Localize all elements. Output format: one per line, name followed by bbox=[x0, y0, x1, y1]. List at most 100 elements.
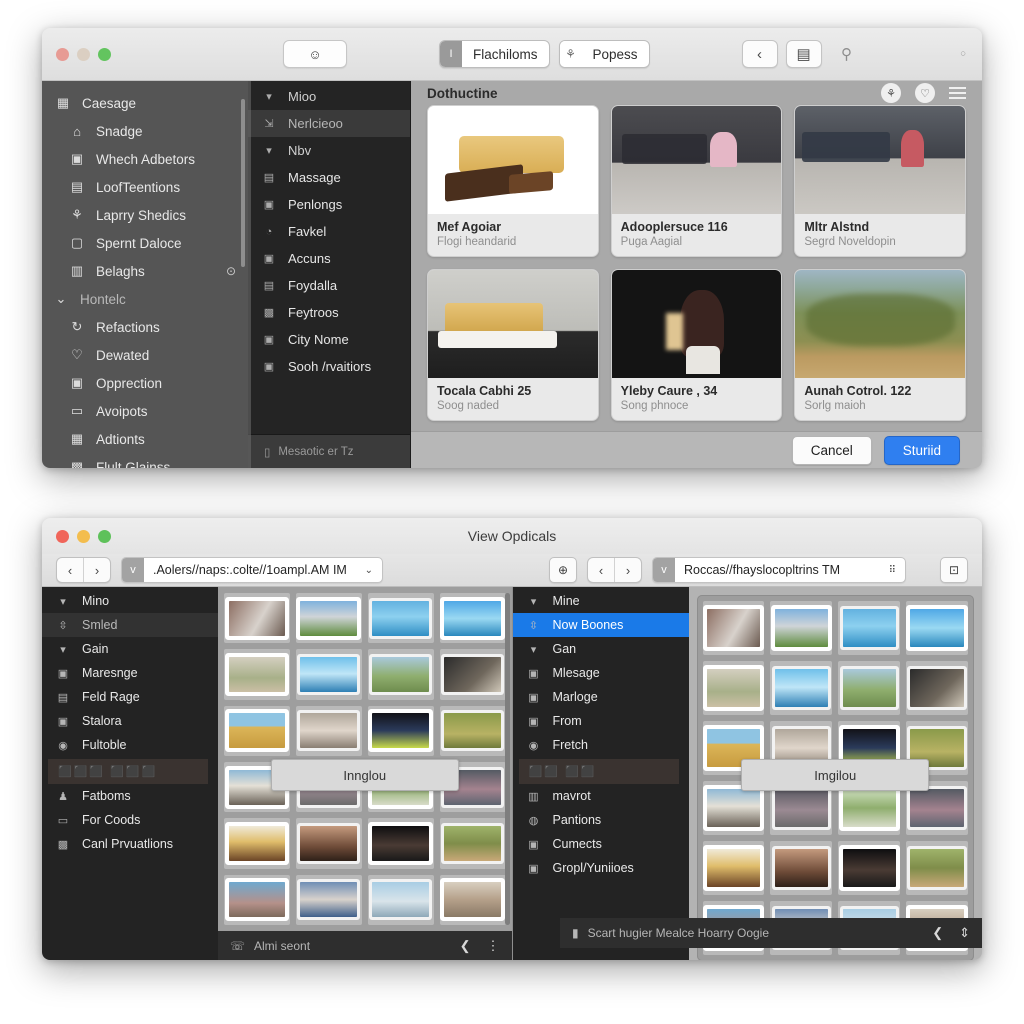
sidebar-item-loofteentions[interactable]: ▤ LoofTeentions bbox=[42, 173, 248, 201]
sidebar2-item-nbv[interactable]: ▾ Nbv bbox=[248, 137, 410, 164]
thumbnail-tile[interactable] bbox=[367, 705, 434, 756]
photo-card[interactable]: Yleby Caure , 34 Song phnoce bbox=[610, 269, 783, 422]
sidebar-item-marloge[interactable]: ▣ Marloge bbox=[513, 685, 689, 709]
sidebar-scrollbar[interactable] bbox=[241, 99, 245, 267]
sidebar2-item-accuns[interactable]: ▣ Accuns bbox=[248, 245, 410, 272]
sidebar-item-cumects[interactable]: ▣ Cumects bbox=[513, 832, 689, 856]
thumbnail-tile[interactable] bbox=[906, 601, 968, 655]
sidebar-toggle-icon[interactable]: ▤ bbox=[785, 40, 822, 68]
sidebar-item-feld-rage[interactable]: ▤ Feld Rage bbox=[42, 685, 218, 709]
thumbnail-tile[interactable] bbox=[224, 818, 290, 869]
chevron-down-icon[interactable]: ⌄ bbox=[365, 565, 382, 576]
back-button[interactable]: ‹ bbox=[741, 40, 778, 68]
forward-button[interactable]: › bbox=[614, 558, 641, 582]
photo-card[interactable]: Mef Agoiar Flogi heandarid bbox=[427, 105, 599, 258]
thumbnail-tile[interactable] bbox=[367, 818, 434, 869]
thumbnail-tile[interactable] bbox=[295, 705, 362, 756]
sidebar-item-whech-adbetors[interactable]: ▣ Whech Adbetors bbox=[42, 145, 248, 173]
sidebar-item-corrupted[interactable]: ⬛⬛⬛ ⬛⬛⬛ bbox=[48, 759, 208, 784]
sidebar-item-avoipots[interactable]: ▭ Avoipots bbox=[42, 397, 248, 425]
thumbnail-tile[interactable] bbox=[702, 841, 765, 895]
sidebar-item-from[interactable]: ▣ From bbox=[513, 709, 689, 733]
thumbnail-tile[interactable] bbox=[439, 649, 506, 700]
minimize-button[interactable] bbox=[77, 529, 90, 543]
sidebar-item-laprry-shedics[interactable]: ⚘ Laprry Shedics bbox=[42, 201, 248, 229]
thumbnail-tile[interactable] bbox=[224, 705, 290, 756]
back-icon[interactable]: ❮ bbox=[932, 925, 943, 941]
sidebar-item-mavrot[interactable]: ▥ mavrot bbox=[513, 784, 689, 808]
left-grid-scrollbar[interactable] bbox=[504, 593, 510, 925]
thumbnail-tile[interactable] bbox=[367, 593, 434, 644]
confirm-button[interactable]: Sturiid bbox=[883, 436, 960, 466]
sidebar-item-caesage[interactable]: ▦ Caesage bbox=[42, 89, 248, 117]
window1-sidebar[interactable]: ▦ Caesage ⌂ Snadge ▣ Whech Adbetors ▤ Lo… bbox=[42, 81, 248, 468]
sidebar-item-mlesage[interactable]: ▣ Mlesage bbox=[513, 661, 689, 685]
sidebar-item-fatboms[interactable]: ♟ Fatboms bbox=[42, 784, 218, 808]
stepper-icon[interactable]: ⇕ bbox=[959, 925, 970, 941]
thumbnail-tile[interactable] bbox=[906, 841, 968, 895]
thumbnail-tile[interactable] bbox=[439, 874, 506, 925]
sidebar-item-refactions[interactable]: ↻ Refactions bbox=[42, 313, 248, 341]
shield-icon[interactable]: ♡ bbox=[915, 83, 935, 104]
thumbnail-tile[interactable] bbox=[906, 661, 968, 715]
sidebar2-item-massage[interactable]: ▤ Massage bbox=[248, 164, 410, 191]
share-icon[interactable]: ⚘ bbox=[881, 83, 901, 104]
thumbnail-tile[interactable] bbox=[770, 661, 833, 715]
sidebar-group-hontelc[interactable]: ⌄ Hontelc bbox=[42, 285, 248, 313]
sidebar-item-spernt-daloce[interactable]: ▢ Spernt Daloce bbox=[42, 229, 248, 257]
segment-flachiloms[interactable]: I Flachiloms bbox=[439, 40, 550, 68]
window2-titlebar[interactable]: View Opdicals bbox=[42, 518, 982, 554]
thumbnail-tile[interactable] bbox=[838, 661, 901, 715]
maximize-button[interactable] bbox=[98, 529, 111, 543]
sidebar2-item-foydalla[interactable]: ▤ Foydalla bbox=[248, 272, 410, 299]
sidebar2-item-sooh-rvaitiors[interactable]: ▣ Sooh /rvaitiors bbox=[248, 353, 410, 380]
forward-button[interactable]: › bbox=[83, 558, 110, 582]
left-nav-arrows[interactable]: ‹ › bbox=[56, 557, 111, 583]
close-button[interactable] bbox=[56, 47, 69, 61]
sidebar-item-corrupted[interactable]: ⬛⬛ ⬛⬛ bbox=[518, 759, 679, 784]
thumbnail-tile[interactable] bbox=[224, 649, 290, 700]
sidebar-item-for-coods[interactable]: ▭ For Coods bbox=[42, 808, 218, 832]
photo-card[interactable]: Adooplersuce 116 Puga Aagial bbox=[610, 105, 783, 258]
close-button[interactable] bbox=[56, 529, 69, 543]
thumbnail-tile[interactable] bbox=[295, 874, 362, 925]
hamburger-icon[interactable] bbox=[949, 87, 966, 100]
sidebar2-item-favkel[interactable]: ◔ Favkel bbox=[248, 218, 410, 245]
back-icon[interactable]: ❮ bbox=[460, 938, 471, 954]
thumbnail-tile[interactable] bbox=[439, 818, 506, 869]
sidebar-item-opprection[interactable]: ▣ Opprection bbox=[42, 369, 248, 397]
window1-traffic-lights[interactable] bbox=[42, 47, 111, 61]
sidebar-item-stalora[interactable]: ▣ Stalora bbox=[42, 709, 218, 733]
window2-traffic-lights[interactable] bbox=[42, 529, 111, 543]
sidebar2-item-nerlcieoo[interactable]: ⇲ Nerlcieoo bbox=[248, 110, 410, 137]
back-button[interactable]: ‹ bbox=[588, 558, 614, 582]
sidebar2-item-mioo[interactable]: ▾ Mioo bbox=[248, 83, 410, 110]
sidebar-item-gain[interactable]: ▾ Gain bbox=[42, 637, 218, 661]
sidebar-item-fultoble[interactable]: ◉ Fultoble bbox=[42, 733, 218, 757]
thumbnail-tile[interactable] bbox=[439, 705, 506, 756]
thumbnail-tile[interactable] bbox=[367, 874, 434, 925]
refresh-button[interactable]: ⊕ bbox=[549, 557, 577, 583]
sidebar-item-mine[interactable]: ▾ Mine bbox=[513, 589, 689, 613]
sidebar-item-now-boones[interactable]: ⇳ Now Boones bbox=[512, 613, 689, 637]
photo-card[interactable]: Aunah Cotrol. 122 Sorlg maioh bbox=[794, 269, 966, 422]
right-pane-footer[interactable]: ▮ Scart hugier Mealce Hoarry Oogie ❮ ⇕ bbox=[560, 918, 982, 948]
right-sidebar[interactable]: ▾ Mine ⇳ Now Boones ▾ Gan ▣ Mlesage ▣ Ma… bbox=[512, 587, 689, 960]
sidebar2-item-feytroos[interactable]: ▩ Feytroos bbox=[248, 299, 410, 326]
person-icon[interactable]: ⚲ bbox=[830, 41, 864, 67]
sidebar-item-snadge[interactable]: ⌂ Snadge bbox=[42, 117, 248, 145]
thumbnail-tile[interactable] bbox=[295, 818, 362, 869]
sidebar-item-canl-prvuatlions[interactable]: ▩ Canl Prvuatlions bbox=[42, 832, 218, 856]
maximize-button[interactable] bbox=[98, 47, 111, 61]
sidebar-item-gan[interactable]: ▾ Gan bbox=[513, 637, 689, 661]
left-path-field[interactable]: v .Aolers//naps:.colte//1oampl.AM IM ⌄ bbox=[121, 557, 383, 583]
back-button[interactable]: ‹ bbox=[57, 558, 83, 582]
thumbnail-tile[interactable] bbox=[702, 601, 765, 655]
photo-card[interactable]: Mltr Alstnd Segrd Noveldopin bbox=[794, 105, 966, 258]
thumbnail-tile[interactable] bbox=[224, 874, 290, 925]
sidebar-item-gropl-yuniioes[interactable]: ▣ Gropl/Yuniioes bbox=[513, 856, 689, 880]
window1-titlebar[interactable]: ☺ I Flachiloms ⚘ Popess ‹ ▤ ⚲ ○ bbox=[42, 28, 982, 81]
thumbnail-tile[interactable] bbox=[224, 593, 290, 644]
sidebar-item-adtionts[interactable]: ▦ Adtionts bbox=[42, 425, 248, 453]
thumbnail-tile[interactable] bbox=[838, 841, 901, 895]
